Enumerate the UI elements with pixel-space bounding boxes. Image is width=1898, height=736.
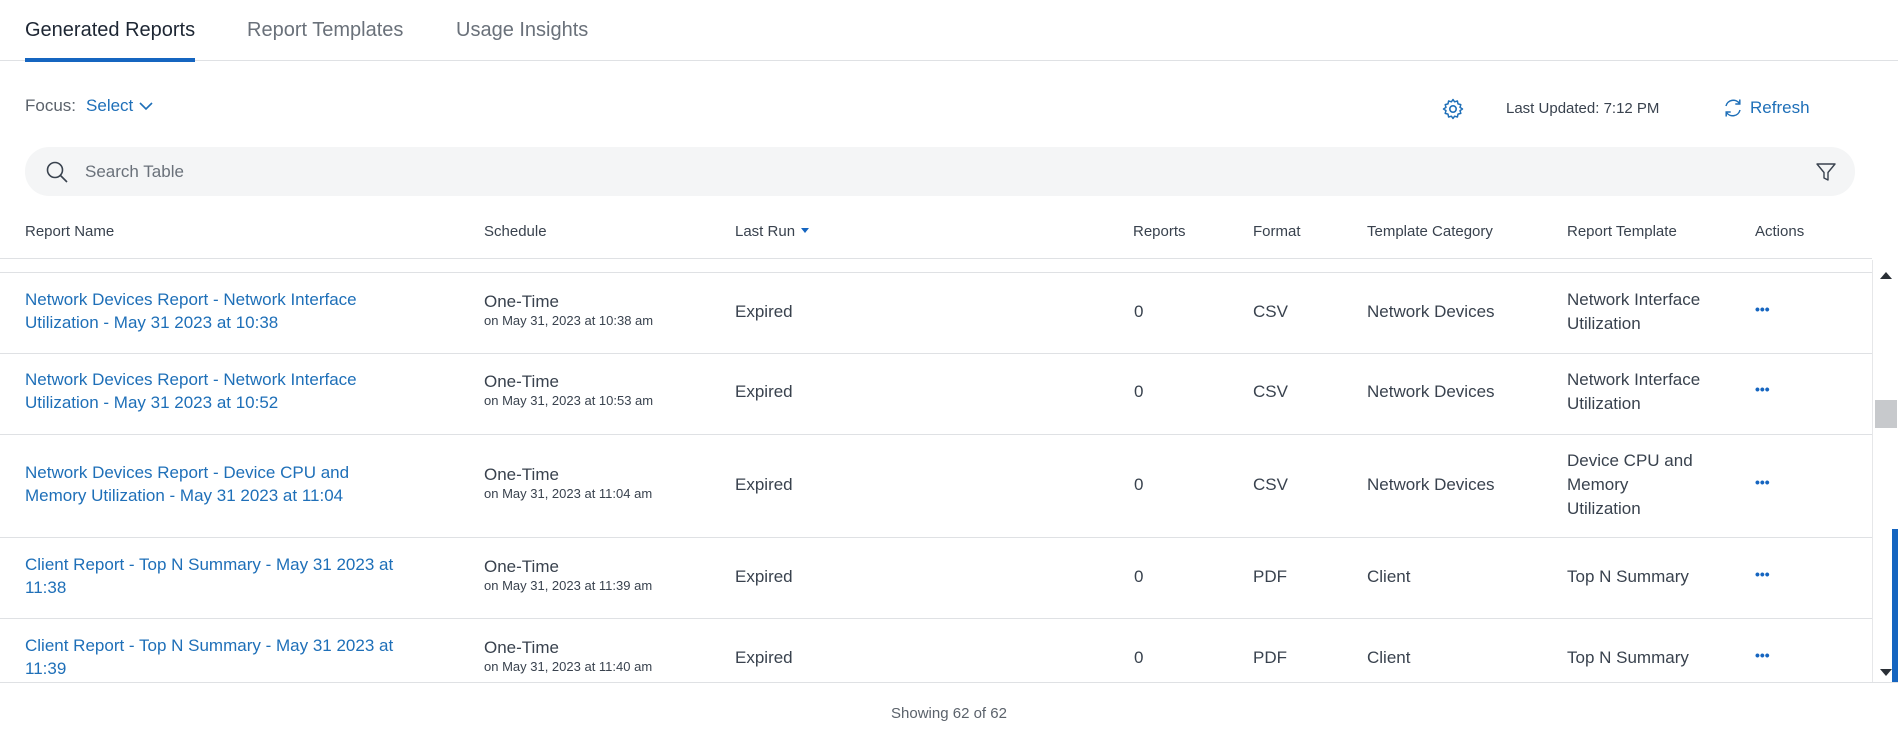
table-body: Network Devices Report - Network Interfa…: [0, 272, 1872, 682]
search-bar: [25, 147, 1855, 196]
reports-count-cell: 0: [1134, 302, 1144, 321]
chevron-down-icon: [139, 102, 153, 111]
column-header-schedule[interactable]: Schedule: [484, 215, 547, 249]
column-header-last-run-label: Last Run: [735, 223, 796, 240]
focus-select-value: Select: [86, 96, 134, 115]
format-cell: PDF: [1253, 648, 1287, 667]
table-row: Client Report - Top N Summary - May 31 2…: [0, 538, 1872, 619]
report-template-cell: Network Interface Utilization: [1567, 370, 1701, 413]
schedule-cell: One-Time on May 31, 2023 at 11:39 am: [484, 557, 653, 593]
format-cell: CSV: [1253, 475, 1288, 494]
column-header-template-category[interactable]: Template Category: [1367, 215, 1493, 249]
schedule-cell: One-Time on May 31, 2023 at 11:04 am: [484, 465, 653, 501]
reports-count-cell: 0: [1134, 648, 1144, 667]
report-name-link[interactable]: Network Devices Report - Network Interfa…: [25, 368, 357, 414]
report-name-link[interactable]: Network Devices Report - Device CPU and M…: [25, 461, 349, 507]
table-row: Network Devices Report - Network Interfa…: [0, 273, 1872, 354]
more-actions-icon[interactable]: •••: [1755, 647, 1770, 663]
tab-bar: Generated Reports Report Templates Usage…: [0, 0, 1898, 62]
focus-filter: Focus: Select: [25, 96, 153, 116]
format-cell: PDF: [1253, 567, 1287, 586]
column-header-report-template[interactable]: Report Template: [1567, 215, 1677, 249]
scroll-up-arrow-icon[interactable]: [1880, 272, 1892, 279]
more-actions-icon[interactable]: •••: [1755, 566, 1770, 582]
column-header-last-run[interactable]: Last Run: [735, 215, 810, 249]
report-name-link[interactable]: Client Report - Top N Summary - May 31 2…: [25, 634, 393, 680]
last-updated-text: Last Updated: 7:12 PM: [1506, 100, 1660, 117]
template-category-cell: Network Devices: [1367, 475, 1495, 494]
last-run-cell: Expired: [735, 302, 793, 321]
report-template-cell: Network Interface Utilization: [1567, 290, 1701, 333]
template-category-cell: Client: [1367, 567, 1411, 586]
refresh-label: Refresh: [1750, 98, 1810, 117]
search-input[interactable]: [85, 147, 1785, 196]
search-icon: [46, 161, 68, 183]
tab-report-templates[interactable]: Report Templates: [247, 0, 403, 61]
table-row: Client Report - Top N Summary - May 31 2…: [0, 619, 1872, 682]
table-header: Report Name Schedule Last Run Reports Fo…: [0, 215, 1872, 259]
tab-usage-insights[interactable]: Usage Insights: [456, 0, 588, 61]
row-count-text: Showing 62 of 62: [891, 705, 1007, 722]
focus-select-dropdown[interactable]: Select: [86, 96, 153, 116]
last-run-cell: Expired: [735, 475, 793, 494]
gear-icon[interactable]: [1441, 97, 1465, 121]
filter-icon[interactable]: [1815, 161, 1837, 183]
report-name-link[interactable]: Network Devices Report - Network Interfa…: [25, 288, 357, 334]
focus-label: Focus:: [25, 96, 77, 115]
table-scrollbar[interactable]: [1872, 260, 1898, 682]
format-cell: CSV: [1253, 302, 1288, 321]
sort-descending-icon: [801, 228, 810, 233]
column-header-format[interactable]: Format: [1253, 215, 1301, 249]
schedule-cell: One-Time on May 31, 2023 at 11:40 am: [484, 638, 653, 674]
reports-count-cell: 0: [1134, 382, 1144, 401]
report-template-cell: Device CPU and Memory Utilization: [1567, 451, 1693, 518]
tab-generated-reports[interactable]: Generated Reports: [25, 0, 196, 62]
schedule-cell: One-Time on May 31, 2023 at 10:38 am: [484, 292, 654, 328]
report-template-cell: Top N Summary: [1567, 648, 1689, 667]
report-template-cell: Top N Summary: [1567, 567, 1689, 586]
reports-count-cell: 0: [1134, 475, 1144, 494]
more-actions-icon[interactable]: •••: [1755, 381, 1770, 397]
more-actions-icon[interactable]: •••: [1755, 301, 1770, 317]
table-footer: Showing 62 of 62: [0, 682, 1898, 736]
column-header-actions: Actions: [1755, 223, 1805, 240]
column-header-reports[interactable]: Reports: [1133, 215, 1186, 249]
reports-count-cell: 0: [1134, 567, 1144, 586]
refresh-button[interactable]: Refresh: [1722, 97, 1810, 119]
last-run-cell: Expired: [735, 382, 793, 401]
last-run-cell: Expired: [735, 567, 793, 586]
template-category-cell: Client: [1367, 648, 1411, 667]
refresh-icon: [1725, 99, 1741, 117]
format-cell: CSV: [1253, 382, 1288, 401]
column-header-report-name[interactable]: Report Name: [25, 215, 114, 249]
more-actions-icon[interactable]: •••: [1755, 474, 1770, 490]
scrollbar-thumb[interactable]: [1875, 400, 1897, 428]
report-name-link[interactable]: Client Report - Top N Summary - May 31 2…: [25, 553, 393, 599]
table-row: Network Devices Report - Network Interfa…: [0, 354, 1872, 435]
template-category-cell: Network Devices: [1367, 302, 1495, 321]
scroll-down-arrow-icon[interactable]: [1880, 669, 1892, 676]
scroll-position-indicator: [1892, 529, 1898, 682]
template-category-cell: Network Devices: [1367, 382, 1495, 401]
schedule-cell: One-Time on May 31, 2023 at 10:53 am: [484, 372, 654, 408]
last-run-cell: Expired: [735, 648, 793, 667]
table-row: Network Devices Report - Device CPU and M…: [0, 435, 1872, 538]
